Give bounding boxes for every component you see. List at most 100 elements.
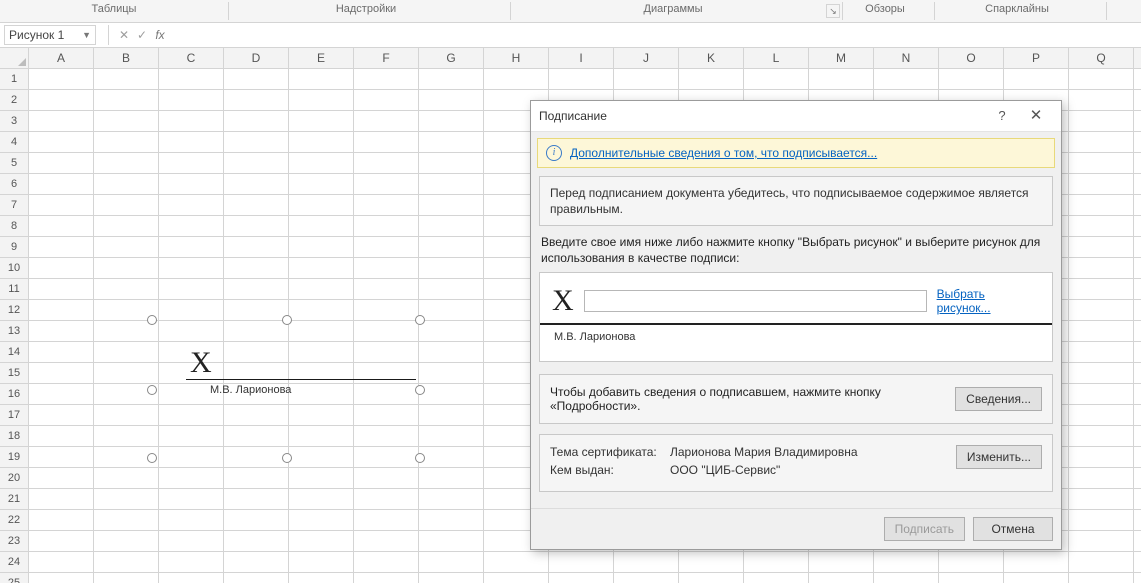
row-headers: 1 2 3 4 5 6 7 8 9 10 11 12 13 14 15 16 1… bbox=[0, 69, 29, 583]
dialog-footer: Подписать Отмена bbox=[531, 508, 1061, 549]
select-all-corner[interactable] bbox=[0, 48, 29, 68]
column-headers: A B C D E F G H I J K L M N O P Q bbox=[0, 48, 1141, 69]
select-image-link[interactable]: Выбрать рисунок... bbox=[937, 287, 1040, 315]
signature-x-mark: X bbox=[552, 288, 574, 314]
ribbon-group-reviews: Обзоры bbox=[836, 2, 935, 20]
resize-handle-icon[interactable] bbox=[147, 453, 157, 463]
instruction-text: Введите свое имя ниже либо нажмите кнопк… bbox=[541, 234, 1051, 266]
col-header[interactable]: C bbox=[159, 48, 224, 68]
resize-handle-icon[interactable] bbox=[147, 315, 157, 325]
resize-handle-icon[interactable] bbox=[147, 385, 157, 395]
ribbon-group-label: Таблицы bbox=[92, 3, 137, 15]
row-header[interactable]: 20 bbox=[0, 468, 28, 489]
row-header[interactable]: 1 bbox=[0, 69, 28, 90]
info-icon: i bbox=[546, 145, 562, 161]
ribbon: Таблицы Надстройки Диаграммы ↘ Обзоры Сп… bbox=[0, 0, 1141, 23]
row-header[interactable]: 7 bbox=[0, 195, 28, 216]
resize-handle-icon[interactable] bbox=[282, 453, 292, 463]
signature-name-input[interactable] bbox=[584, 290, 927, 312]
row-header[interactable]: 23 bbox=[0, 531, 28, 552]
ribbon-group-sparklines: Спарклайны bbox=[928, 2, 1107, 20]
formula-input[interactable] bbox=[169, 25, 1141, 45]
col-header[interactable]: N bbox=[874, 48, 939, 68]
col-header[interactable]: Q bbox=[1069, 48, 1134, 68]
more-info-link[interactable]: Дополнительные сведения о том, что подпи… bbox=[570, 146, 877, 160]
row-header[interactable]: 16 bbox=[0, 384, 28, 405]
row-header[interactable]: 5 bbox=[0, 153, 28, 174]
ribbon-group-label: Обзоры bbox=[865, 3, 905, 15]
enter-formula-icon[interactable]: ✓ bbox=[133, 28, 151, 42]
ribbon-group-charts: Диаграммы ↘ bbox=[504, 2, 843, 20]
col-header[interactable]: K bbox=[679, 48, 744, 68]
row-header[interactable]: 10 bbox=[0, 258, 28, 279]
row-header[interactable]: 24 bbox=[0, 552, 28, 573]
separator bbox=[108, 25, 109, 45]
cancel-button[interactable]: Отмена bbox=[973, 517, 1053, 541]
close-button[interactable]: ✕ bbox=[1019, 103, 1053, 129]
row-header[interactable]: 19 bbox=[0, 447, 28, 468]
ribbon-group-label: Надстройки bbox=[336, 3, 396, 15]
cert-issuer-label: Кем выдан: bbox=[550, 463, 670, 481]
name-box[interactable]: Рисунок 1 ▼ bbox=[4, 25, 96, 45]
resize-handle-icon[interactable] bbox=[415, 453, 425, 463]
resize-handle-icon[interactable] bbox=[282, 315, 292, 325]
ribbon-group-tables: Таблицы bbox=[0, 2, 229, 20]
row-header[interactable]: 14 bbox=[0, 342, 28, 363]
signature-line-content: X М.В. Ларионова bbox=[186, 349, 416, 396]
help-button[interactable]: ? bbox=[985, 103, 1019, 129]
resize-handle-icon[interactable] bbox=[415, 385, 425, 395]
col-header[interactable]: J bbox=[614, 48, 679, 68]
chevron-down-icon[interactable]: ▼ bbox=[82, 30, 91, 40]
row-header[interactable]: 13 bbox=[0, 321, 28, 342]
row-header[interactable]: 8 bbox=[0, 216, 28, 237]
row-header[interactable]: 18 bbox=[0, 426, 28, 447]
col-header[interactable]: D bbox=[224, 48, 289, 68]
signer-name-label: М.В. Ларионова bbox=[554, 331, 1040, 343]
warning-text: Перед подписанием документа убедитесь, ч… bbox=[550, 186, 1029, 216]
row-header[interactable]: 21 bbox=[0, 489, 28, 510]
signature-signer-name: М.В. Ларионова bbox=[210, 384, 416, 396]
signature-line-object[interactable]: X М.В. Ларионова bbox=[151, 319, 421, 459]
details-panel: Чтобы добавить сведения о подписавшем, н… bbox=[539, 374, 1053, 424]
cert-subject-label: Тема сертификата: bbox=[550, 445, 670, 463]
warning-panel: Перед подписанием документа убедитесь, ч… bbox=[539, 176, 1053, 226]
ribbon-group-label: Диаграммы bbox=[644, 3, 703, 15]
sign-button[interactable]: Подписать bbox=[884, 517, 965, 541]
info-bar: i Дополнительные сведения о том, что под… bbox=[537, 138, 1055, 168]
col-header[interactable]: H bbox=[484, 48, 549, 68]
col-header[interactable]: G bbox=[419, 48, 484, 68]
col-header[interactable]: O bbox=[939, 48, 1004, 68]
row-header[interactable]: 9 bbox=[0, 237, 28, 258]
row-header[interactable]: 15 bbox=[0, 363, 28, 384]
col-header[interactable]: F bbox=[354, 48, 419, 68]
cert-issuer-value: ООО "ЦИБ-Сервис" bbox=[670, 463, 956, 481]
col-header[interactable]: A bbox=[29, 48, 94, 68]
cert-subject-value: Ларионова Мария Владимировна bbox=[670, 445, 956, 463]
col-header[interactable]: B bbox=[94, 48, 159, 68]
row-header[interactable]: 25 bbox=[0, 573, 28, 583]
col-header[interactable]: I bbox=[549, 48, 614, 68]
signature-panel: X Выбрать рисунок... М.В. Ларионова bbox=[539, 272, 1053, 362]
row-header[interactable]: 6 bbox=[0, 174, 28, 195]
details-button[interactable]: Сведения... bbox=[955, 387, 1042, 411]
resize-handle-icon[interactable] bbox=[415, 315, 425, 325]
row-header[interactable]: 17 bbox=[0, 405, 28, 426]
row-header[interactable]: 11 bbox=[0, 279, 28, 300]
change-cert-button[interactable]: Изменить... bbox=[956, 445, 1042, 469]
col-header[interactable]: L bbox=[744, 48, 809, 68]
dialog-title: Подписание bbox=[539, 109, 985, 123]
row-header[interactable]: 4 bbox=[0, 132, 28, 153]
row-header[interactable]: 22 bbox=[0, 510, 28, 531]
row-header[interactable]: 12 bbox=[0, 300, 28, 321]
col-header[interactable]: M bbox=[809, 48, 874, 68]
row-header[interactable]: 2 bbox=[0, 90, 28, 111]
cancel-formula-icon[interactable]: ✕ bbox=[115, 28, 133, 42]
row-header[interactable]: 3 bbox=[0, 111, 28, 132]
col-header[interactable]: E bbox=[289, 48, 354, 68]
signature-underline bbox=[540, 323, 1052, 325]
dialog-titlebar[interactable]: Подписание ? ✕ bbox=[531, 101, 1061, 132]
sign-dialog: Подписание ? ✕ i Дополнительные сведения… bbox=[530, 100, 1062, 550]
fx-icon[interactable]: fx bbox=[151, 28, 169, 42]
formula-bar-row: Рисунок 1 ▼ ✕ ✓ fx bbox=[0, 23, 1141, 48]
col-header[interactable]: P bbox=[1004, 48, 1069, 68]
